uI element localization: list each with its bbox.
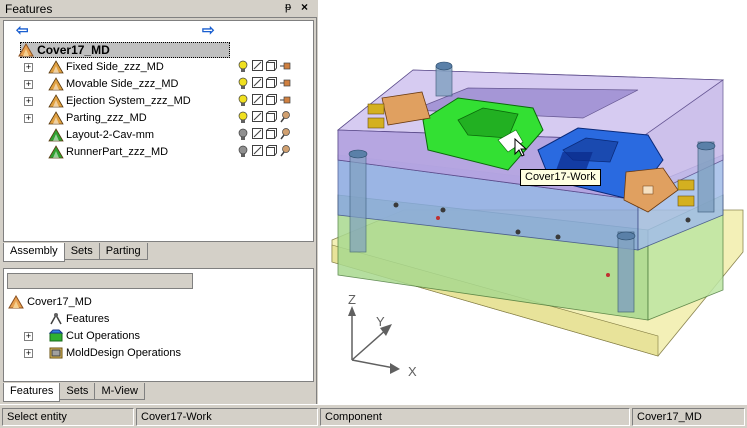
tab-features[interactable]: Features	[3, 383, 61, 402]
features-tree: Cover17_MD Features + Cut Operations + MoldD…	[3, 268, 314, 382]
tool-icon[interactable]	[280, 128, 291, 140]
lightbulb-icon[interactable]	[238, 60, 249, 72]
expand-icon[interactable]: +	[24, 349, 33, 358]
edit-icon[interactable]	[252, 77, 263, 89]
pin-icon[interactable]	[280, 94, 291, 106]
item-state-icons	[238, 111, 294, 125]
tree-root[interactable]: Cover17_MD	[8, 294, 92, 310]
assembly-icon	[18, 43, 34, 57]
tree-item[interactable]: Layout-2-Cav-mm	[8, 127, 308, 143]
features-icon	[50, 313, 62, 325]
status-mode: Component	[320, 408, 630, 426]
tree-item[interactable]: + Movable Side_zzz_MD	[8, 76, 308, 92]
arrow-left-icon[interactable]: ⇦	[16, 23, 29, 39]
edit-icon[interactable]	[252, 94, 263, 106]
tree-item-label: Parting_zzz_MD	[66, 112, 147, 124]
tree-root-label: Cover17_MD	[27, 296, 92, 308]
feature-tabs: Features Sets M-View	[3, 383, 145, 402]
tree-item-label: Fixed Side_zzz_MD	[66, 61, 164, 73]
status-bar: Select entity Cover17-Work Component Cov…	[0, 404, 747, 428]
tool-icon[interactable]	[280, 111, 291, 123]
tree-root-label: Cover17_MD	[37, 43, 110, 57]
subassembly-icon	[48, 111, 64, 125]
item-state-icons	[238, 60, 294, 74]
edit-icon[interactable]	[252, 111, 263, 123]
tree-item-label: Features	[66, 313, 110, 325]
box-icon[interactable]	[266, 94, 277, 106]
tree-item[interactable]: + MoldDesign Operations	[8, 345, 308, 361]
close-icon[interactable]: ×	[301, 0, 308, 14]
expand-icon[interactable]: +	[24, 97, 33, 106]
item-state-icons	[238, 94, 294, 108]
item-state-icons	[238, 128, 294, 142]
assembly-tree: ⇦ ⇨ Cover17_MD + Fixed Side_zzz_MD + Movabl…	[3, 20, 314, 242]
box-icon[interactable]	[266, 60, 277, 72]
box-icon[interactable]	[266, 128, 277, 140]
edit-icon[interactable]	[252, 128, 263, 140]
tree-item[interactable]: + Cut Operations	[8, 328, 308, 344]
status-work: Cover17-Work	[136, 408, 318, 426]
edit-icon[interactable]	[252, 60, 263, 72]
axis-z-label: Z	[348, 292, 356, 307]
tree-item-label: MoldDesign Operations	[66, 347, 181, 359]
tree-item-label: Cut Operations	[66, 330, 140, 342]
axis-x-label: X	[408, 364, 417, 379]
tree-item-label: Ejection System_zzz_MD	[66, 95, 191, 107]
box-icon[interactable]	[266, 77, 277, 89]
expand-icon[interactable]: +	[24, 332, 33, 341]
cut-operations-icon	[48, 329, 64, 342]
part-icon	[48, 145, 64, 159]
arrow-right-icon[interactable]: ⇨	[202, 23, 215, 39]
mouse-cursor	[514, 138, 528, 157]
tree-item[interactable]: Features	[8, 311, 308, 327]
tab-m-view[interactable]: M-View	[94, 383, 145, 400]
tree-item[interactable]: + Ejection System_zzz_MD	[8, 93, 308, 109]
panel-title-bar: Features ᵽ ×	[0, 0, 317, 18]
pin-icon[interactable]	[280, 60, 291, 72]
feature-panel: Features ᵽ × ⇦ ⇨ Cover17_MD + Fixed Side_…	[0, 0, 317, 404]
part-icon	[48, 128, 64, 142]
panel-title: Features	[5, 2, 53, 16]
lightbulb-icon[interactable]	[238, 145, 249, 157]
tool-icon[interactable]	[280, 145, 291, 157]
lightbulb-icon[interactable]	[238, 94, 249, 106]
tab-sets[interactable]: Sets	[59, 383, 96, 400]
tree-item[interactable]: + Fixed Side_zzz_MD	[8, 59, 308, 75]
expand-icon[interactable]: +	[24, 114, 33, 123]
tree-item-label: RunnerPart_zzz_MD	[66, 146, 169, 158]
assembly-tabs: Assembly Sets Parting	[3, 243, 148, 262]
edit-icon[interactable]	[252, 145, 263, 157]
tree-item-label: Movable Side_zzz_MD	[66, 78, 179, 90]
tree-item-label: Layout-2-Cav-mm	[66, 129, 155, 141]
item-state-icons	[238, 77, 294, 91]
tab-assembly[interactable]: Assembly	[3, 243, 65, 262]
tree-root[interactable]: Cover17_MD	[18, 42, 110, 58]
item-state-icons	[238, 145, 294, 159]
hover-tooltip: Cover17-Work	[520, 169, 601, 186]
tree-item[interactable]: + Parting_zzz_MD	[8, 110, 308, 126]
status-prompt: Select entity	[2, 408, 134, 426]
pin-icon[interactable]	[280, 77, 291, 89]
lightbulb-icon[interactable]	[238, 111, 249, 123]
tree-header	[7, 273, 193, 289]
tab-parting[interactable]: Parting	[98, 243, 148, 260]
3d-viewport[interactable]: Cover17-Work Z Y X	[318, 0, 747, 404]
subassembly-icon	[48, 94, 64, 108]
status-part: Cover17_MD	[632, 408, 745, 426]
pin-icon[interactable]: ᵽ	[285, 1, 291, 13]
expand-icon[interactable]: +	[24, 63, 33, 72]
axis-y-label: Y	[376, 314, 385, 329]
lightbulb-icon[interactable]	[238, 77, 249, 89]
tab-sets[interactable]: Sets	[63, 243, 100, 260]
expand-icon[interactable]: +	[24, 80, 33, 89]
assembly-icon	[8, 295, 24, 309]
box-icon[interactable]	[266, 145, 277, 157]
subassembly-icon	[48, 60, 64, 74]
box-icon[interactable]	[266, 111, 277, 123]
lightbulb-icon[interactable]	[238, 128, 249, 140]
molddesign-operations-icon	[49, 347, 63, 359]
tree-item[interactable]: RunnerPart_zzz_MD	[8, 144, 308, 160]
subassembly-icon	[48, 77, 64, 91]
